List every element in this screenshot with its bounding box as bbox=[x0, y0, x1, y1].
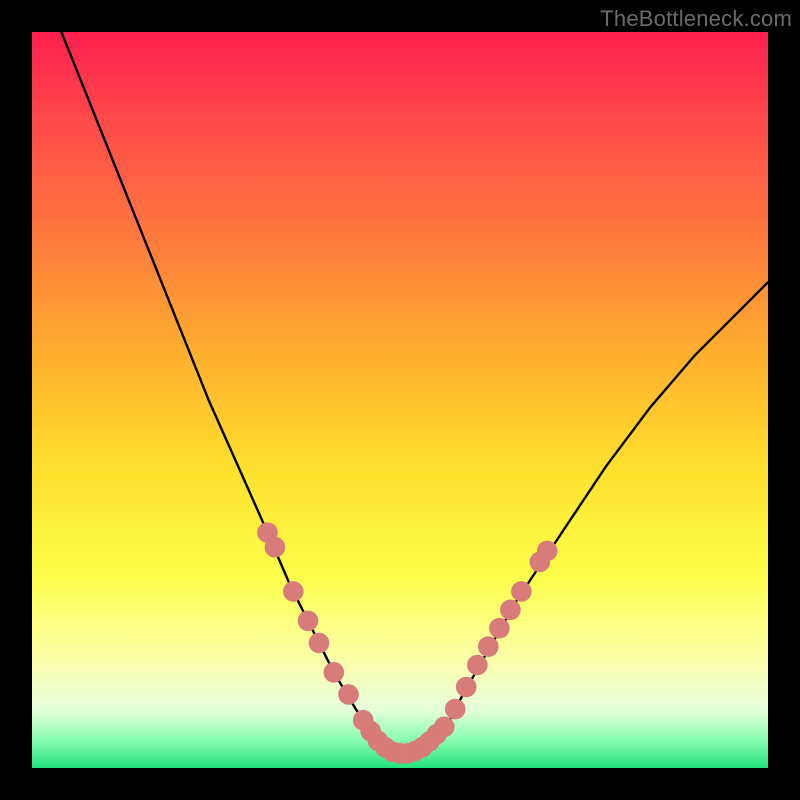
bottleneck-curve bbox=[61, 32, 768, 753]
marker-group bbox=[257, 522, 557, 763]
curve-marker bbox=[338, 684, 359, 705]
plot-area bbox=[32, 32, 768, 768]
curve-marker bbox=[324, 662, 345, 683]
curve-marker bbox=[467, 655, 488, 676]
curve-marker bbox=[511, 581, 532, 602]
curve-marker bbox=[500, 600, 521, 621]
watermark-text: TheBottleneck.com bbox=[600, 6, 792, 32]
curve-marker bbox=[456, 677, 477, 698]
chart-frame: TheBottleneck.com bbox=[0, 0, 800, 800]
curve-marker bbox=[445, 699, 466, 720]
curve-marker bbox=[283, 581, 304, 602]
curve-marker bbox=[489, 618, 510, 639]
curve-marker bbox=[309, 633, 330, 654]
curve-marker bbox=[298, 611, 319, 632]
curve-marker bbox=[537, 541, 558, 562]
chart-svg bbox=[32, 32, 768, 768]
curve-marker bbox=[478, 636, 499, 657]
curve-marker bbox=[434, 717, 455, 738]
curve-marker bbox=[265, 537, 286, 558]
